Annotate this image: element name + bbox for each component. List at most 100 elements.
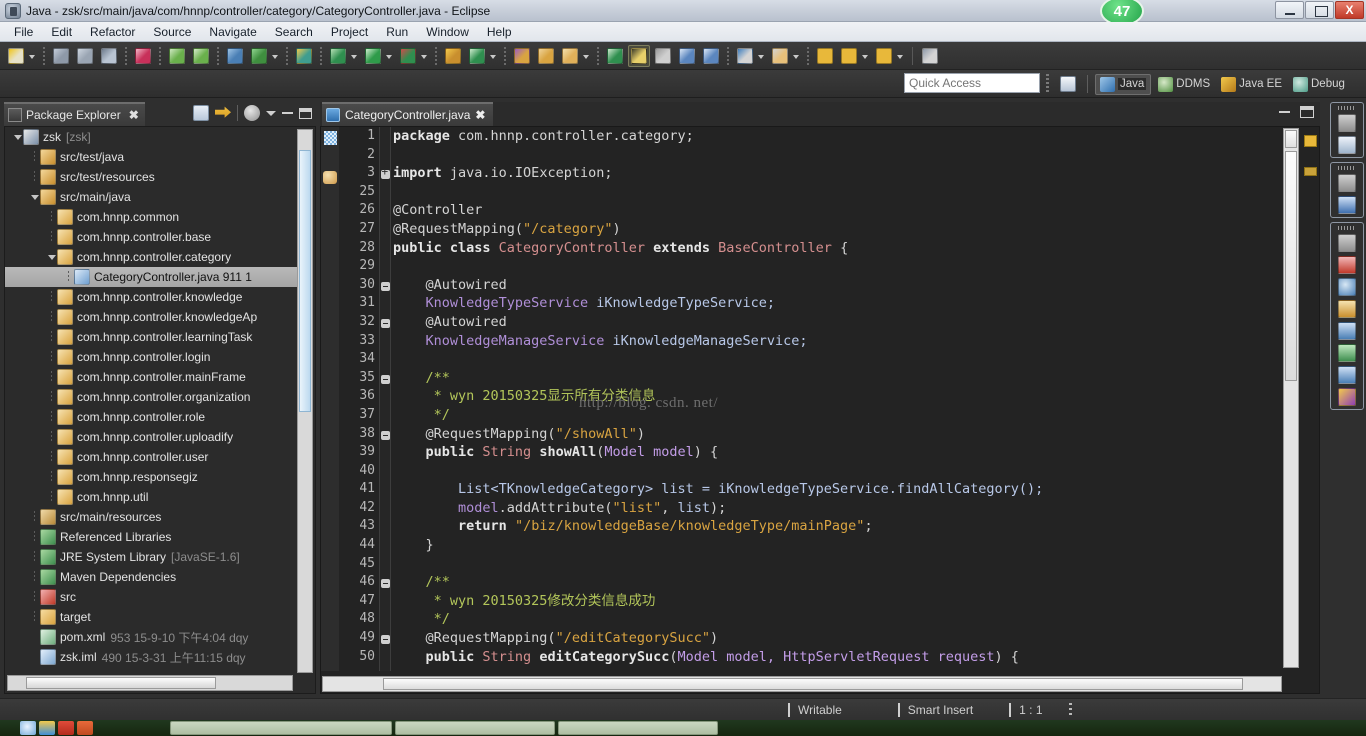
tree-item[interactable]: com.hnnp.responsegiz [5, 467, 297, 487]
fold-toggle-icon[interactable] [380, 276, 390, 295]
code-line[interactable]: @Autowired [393, 276, 1366, 295]
tree-item-selected[interactable]: CategoryController.java 911 1 [5, 267, 297, 287]
problems-view-icon[interactable] [1338, 256, 1356, 274]
tree-item[interactable]: JRE System Library [JavaSE-1.6] [5, 547, 297, 567]
tree-item[interactable]: com.hnnp.controller.base [5, 227, 297, 247]
code-line[interactable]: */ [393, 610, 1366, 629]
restore-icon[interactable] [1338, 234, 1356, 252]
view-menu-icon[interactable] [266, 110, 276, 116]
run-icon[interactable] [362, 45, 384, 67]
window-controls[interactable]: X [1275, 1, 1364, 19]
new-wizard-icon[interactable] [5, 45, 27, 67]
tree-item[interactable]: com.hnnp.controller.uploadify [5, 427, 297, 447]
tree-item[interactable]: com.hnnp.controller.mainFrame [5, 367, 297, 387]
javadoc-view-icon[interactable] [1338, 278, 1356, 296]
tab-category-controller[interactable]: CategoryController.java ✖ [322, 102, 494, 126]
yellow-pencil-icon[interactable] [628, 44, 650, 67]
android-ddms-icon[interactable] [132, 45, 154, 67]
minimize-icon[interactable] [1279, 111, 1290, 113]
perspective-debug[interactable]: Debug [1289, 75, 1349, 94]
pilcrow-icon[interactable] [700, 45, 722, 67]
new-java-class-icon[interactable] [466, 45, 488, 67]
menu-search[interactable]: Search [267, 23, 321, 41]
code-line[interactable]: /** [393, 369, 1366, 388]
forward-icon[interactable] [873, 45, 895, 67]
menu-window[interactable]: Window [418, 23, 477, 41]
code-line[interactable]: @RequestMapping("/editCategorySucc") [393, 629, 1366, 648]
tree-item[interactable]: com.hnnp.controller.knowledgeAp [5, 307, 297, 327]
tree-item[interactable]: src/test/resources [5, 167, 297, 187]
properties-view-icon[interactable] [1338, 196, 1356, 214]
annotation-marker-task-icon[interactable] [1304, 167, 1317, 176]
tree-item[interactable]: src [5, 587, 297, 607]
stack-grip[interactable] [1338, 166, 1356, 170]
view-filter-icon[interactable] [244, 105, 260, 121]
fold-toggle-icon[interactable] [380, 313, 390, 332]
run-dropdown-arrow[interactable] [385, 45, 394, 67]
expand-arrow-icon[interactable] [47, 247, 57, 267]
validate-icon[interactable] [248, 45, 270, 67]
save-all-icon[interactable] [74, 45, 96, 67]
perspective-java[interactable]: Java [1095, 73, 1152, 95]
tab-package-explorer[interactable]: Package Explorer ✖ [4, 102, 145, 126]
tree-item[interactable]: src/main/java [5, 187, 297, 207]
fold-toggle-icon[interactable] [380, 629, 390, 648]
fold-toggle-icon[interactable] [380, 369, 390, 388]
maximize-icon[interactable] [299, 107, 312, 119]
stack-grip[interactable] [1338, 226, 1356, 230]
menu-project[interactable]: Project [323, 23, 376, 41]
tree-item[interactable]: com.hnnp.controller.role [5, 407, 297, 427]
edit-dropdown-arrow[interactable] [582, 45, 591, 67]
tree-horizontal-scroll-thumb[interactable] [26, 677, 216, 689]
editor-horizontal-scrollbar[interactable] [322, 676, 1282, 692]
browser-icon[interactable] [39, 721, 55, 735]
start-orb-icon[interactable] [20, 721, 36, 735]
code-line[interactable]: @RequestMapping("/category") [393, 220, 1366, 239]
code-line[interactable]: */ [393, 406, 1366, 425]
tree-item[interactable]: com.hnnp.controller.learningTask [5, 327, 297, 347]
new-android-project-icon[interactable] [293, 45, 315, 67]
tree-item[interactable]: Referenced Libraries [5, 527, 297, 547]
code-line[interactable]: import java.io.IOException; [393, 164, 1366, 183]
menu-edit[interactable]: Edit [43, 23, 80, 41]
tree-item[interactable]: Maven Dependencies [5, 567, 297, 587]
menu-refactor[interactable]: Refactor [82, 23, 143, 41]
tree-item[interactable]: pom.xml 953 15-9-10 下午4:04 dqy [5, 627, 297, 647]
code-line[interactable]: package com.hnnp.controller.category; [393, 127, 1366, 146]
back-icon[interactable] [838, 45, 860, 67]
close-button[interactable]: X [1335, 1, 1364, 19]
minimize-button[interactable] [1275, 1, 1304, 19]
scroll-up-button[interactable] [1285, 130, 1297, 148]
fold-toggle-icon[interactable] [380, 425, 390, 444]
code-line[interactable]: KnowledgeManageService iKnowledgeManageS… [393, 332, 1366, 351]
expand-arrow-icon[interactable] [30, 187, 40, 207]
forward-dropdown-arrow[interactable] [896, 45, 905, 67]
export-icon[interactable] [769, 45, 791, 67]
code-line[interactable] [393, 257, 1366, 276]
code-line[interactable]: * wyn 20150325显示所有分类信息 [393, 387, 1366, 406]
menu-run[interactable]: Run [378, 23, 416, 41]
new-class-dropdown-arrow[interactable] [489, 45, 498, 67]
taskbar-window-3[interactable] [558, 721, 718, 735]
restore-icon[interactable] [1338, 174, 1356, 192]
code-line[interactable]: public class CategoryController extends … [393, 239, 1366, 258]
code-line[interactable]: } [393, 536, 1366, 555]
menu-help[interactable]: Help [479, 23, 520, 41]
status-grip[interactable] [1068, 702, 1072, 717]
perspective-ddms[interactable]: DDMS [1154, 75, 1214, 94]
new-java-package-icon[interactable] [442, 45, 464, 67]
editor-horizontal-scroll-thumb[interactable] [383, 678, 1243, 690]
expand-arrow-icon[interactable] [13, 127, 23, 147]
code-line[interactable]: * wyn 20150325修改分类信息成功 [393, 592, 1366, 611]
annotation-gutter[interactable] [321, 127, 339, 671]
logcat-view-icon[interactable] [1338, 388, 1356, 406]
maximize-button[interactable] [1305, 1, 1334, 19]
menu-source[interactable]: Source [145, 23, 199, 41]
tree-item[interactable]: com.hnnp.controller.category [5, 247, 297, 267]
toggle-breakpoint-icon[interactable] [224, 45, 246, 67]
code-line[interactable]: public String editCategorySucc(Model mod… [393, 648, 1366, 667]
tree-vertical-scroll-thumb[interactable] [299, 150, 311, 412]
annotation-marker-warning-icon[interactable] [1304, 135, 1317, 147]
open-perspective-icon[interactable] [1057, 73, 1079, 95]
open-type-icon[interactable] [511, 45, 533, 67]
